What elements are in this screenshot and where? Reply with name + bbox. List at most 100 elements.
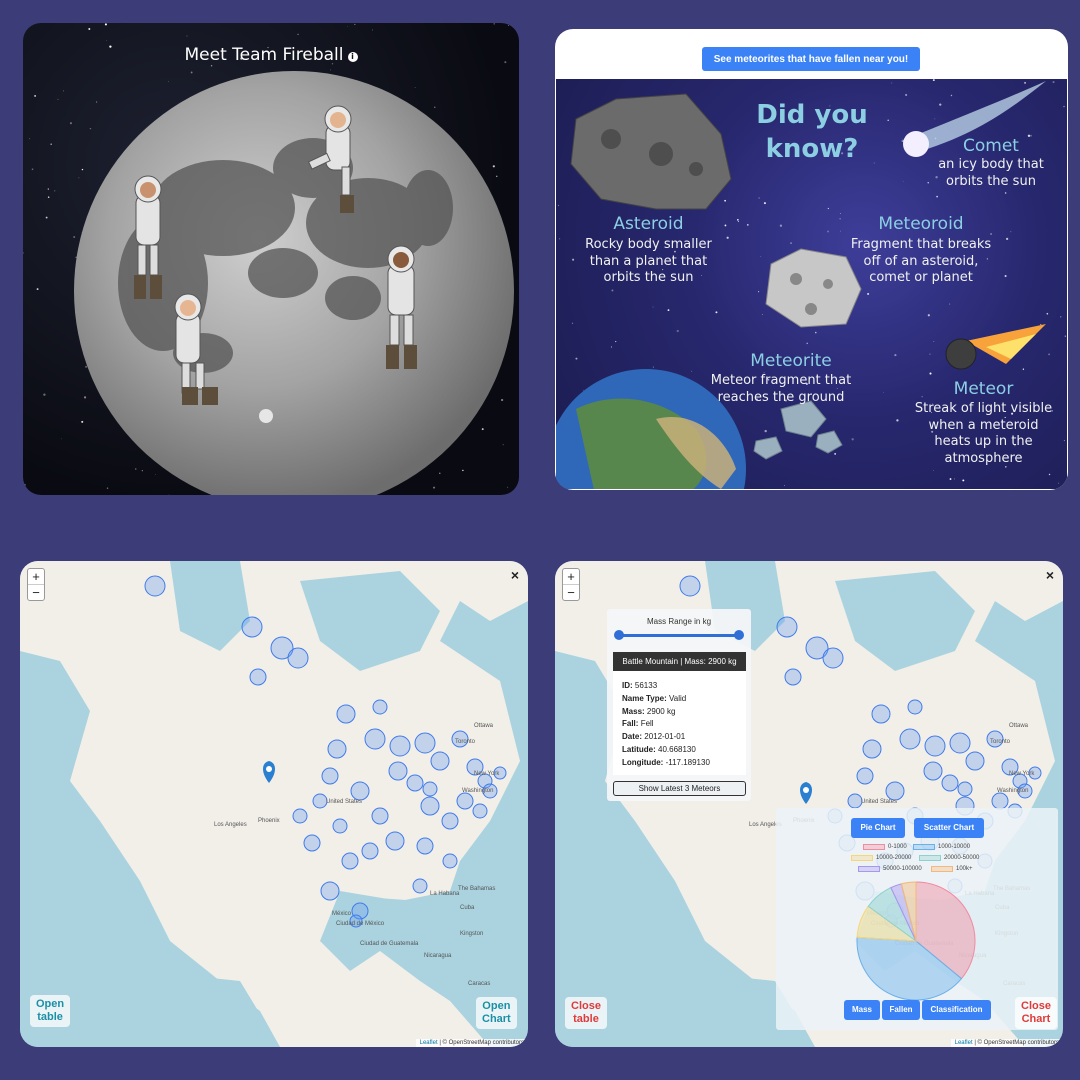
zoom-in-button[interactable]: +	[28, 569, 44, 585]
meteorite-marker[interactable]	[412, 878, 428, 894]
meteorite-marker[interactable]	[361, 842, 379, 860]
close-icon[interactable]: ×	[1046, 567, 1054, 583]
meteorite-marker[interactable]	[241, 616, 263, 638]
star	[894, 353, 897, 357]
meteorite-marker[interactable]	[292, 808, 308, 824]
close-chart-button[interactable]: Close Chart	[1015, 997, 1057, 1029]
meteorite-marker[interactable]	[406, 774, 424, 792]
slider-max-handle[interactable]	[734, 630, 744, 640]
meteorite-marker[interactable]	[441, 812, 459, 830]
meteorite-description: Meteor fragment that reaches the ground	[696, 373, 866, 406]
meteorite-marker[interactable]	[456, 792, 474, 810]
mass-button[interactable]: Mass	[844, 1000, 880, 1020]
meteor-line-2: when a meteroid	[928, 417, 1039, 433]
star	[1048, 473, 1051, 476]
show-latest-button[interactable]: Show Latest 3 Meteors	[613, 781, 746, 796]
meteorite-marker[interactable]	[389, 735, 411, 757]
mass-range-slider[interactable]	[619, 634, 739, 637]
meteorite-marker[interactable]	[442, 853, 458, 869]
meteoroid-title: Meteoroid	[878, 214, 964, 234]
open-table-line-1: Open	[36, 998, 65, 1010]
meteorite-marker[interactable]	[899, 728, 921, 750]
star	[1004, 192, 1007, 194]
meteorite-marker[interactable]	[472, 803, 488, 819]
meteorite-marker[interactable]	[287, 647, 309, 669]
star	[902, 181, 904, 183]
meteorite-marker[interactable]	[885, 781, 905, 801]
star	[949, 303, 951, 305]
meteorite-marker[interactable]	[957, 781, 973, 797]
meteorite-marker[interactable]	[907, 699, 923, 715]
star	[575, 357, 578, 360]
leaflet-link[interactable]: Leaflet	[420, 1040, 438, 1046]
open-chart-button[interactable]: Open Chart	[476, 997, 517, 1029]
leaflet-link[interactable]: Leaflet	[955, 1040, 973, 1046]
meteorite-map-with-chart[interactable]: Ottawa Toronto New York Washington Los Angel…	[555, 561, 1063, 1047]
meteorite-marker[interactable]	[321, 767, 339, 785]
meteorite-marker[interactable]	[420, 796, 440, 816]
meteorite-marker[interactable]	[364, 728, 386, 750]
meteorite-marker[interactable]	[388, 761, 408, 781]
meteorite-marker[interactable]	[430, 751, 450, 771]
meteorite-marker[interactable]	[303, 834, 321, 852]
meteorite-marker[interactable]	[336, 704, 356, 724]
meteorite-marker[interactable]	[991, 792, 1009, 810]
meteorite-marker[interactable]	[350, 781, 370, 801]
meteorite-marker[interactable]	[332, 818, 348, 834]
meteorite-map[interactable]: Ottawa Toronto New York Washington Los Angel…	[20, 561, 528, 1047]
star	[758, 291, 760, 293]
meteorite-marker[interactable]	[327, 739, 347, 759]
close-icon[interactable]: ×	[511, 567, 519, 583]
meteorite-marker[interactable]	[949, 732, 971, 754]
open-chart-line-1: Open	[482, 1000, 511, 1012]
comet-title: Comet	[963, 136, 1019, 156]
meteorite-marker[interactable]	[422, 781, 438, 797]
zoom-in-button[interactable]: +	[563, 569, 579, 585]
asteroid-description: Rocky body smaller than a planet that or…	[571, 237, 726, 287]
meteorite-marker[interactable]	[847, 793, 863, 809]
map-tiles[interactable]	[20, 561, 528, 1047]
map-label: The Bahamas	[458, 886, 496, 892]
map-label: México	[332, 911, 352, 917]
meteorite-marker[interactable]	[385, 831, 405, 851]
meteorite-marker[interactable]	[941, 774, 959, 792]
meteorite-marker[interactable]	[924, 735, 946, 757]
meteorite-marker[interactable]	[923, 761, 943, 781]
zoom-out-button[interactable]: −	[28, 585, 44, 601]
map-label: Ottawa	[474, 723, 494, 729]
meteorite-marker[interactable]	[371, 807, 389, 825]
meteorite-marker[interactable]	[312, 793, 328, 809]
star	[1010, 231, 1012, 233]
meteorite-marker[interactable]	[144, 575, 166, 597]
meteorite-marker[interactable]	[862, 739, 882, 759]
zoom-out-button[interactable]: −	[563, 585, 579, 601]
meteorite-marker[interactable]	[776, 616, 798, 638]
meteorite-marker[interactable]	[965, 751, 985, 771]
star	[615, 341, 617, 343]
meteorite-marker[interactable]	[784, 668, 802, 686]
close-table-button[interactable]: Close table	[565, 997, 607, 1029]
meteorite-marker[interactable]	[320, 881, 340, 901]
star	[814, 331, 817, 334]
meteorite-marker[interactable]	[341, 852, 359, 870]
slider-min-handle[interactable]	[614, 630, 624, 640]
meteoroid-line-1: Fragment that breaks	[850, 237, 992, 252]
meteorite-marker[interactable]	[856, 767, 874, 785]
star	[839, 230, 841, 232]
meteorite-marker[interactable]	[372, 699, 388, 715]
classification-button[interactable]: Classification	[922, 1000, 991, 1020]
meteorite-marker[interactable]	[822, 647, 844, 669]
star	[934, 118, 936, 120]
star	[726, 236, 729, 239]
near-me-button[interactable]: See meteorites that have fallen near you…	[702, 47, 920, 71]
meteorite-marker[interactable]	[416, 837, 434, 855]
did-you-know-heading: Did you know?	[742, 99, 882, 167]
open-table-button[interactable]: Open table	[30, 995, 71, 1027]
meteorite-marker[interactable]	[871, 704, 891, 724]
meteorite-marker[interactable]	[414, 732, 436, 754]
meteorite-marker[interactable]	[679, 575, 701, 597]
star	[557, 204, 559, 206]
meteorite-marker[interactable]	[249, 668, 267, 686]
fallen-button[interactable]: Fallen	[882, 1000, 920, 1020]
star	[936, 195, 938, 198]
